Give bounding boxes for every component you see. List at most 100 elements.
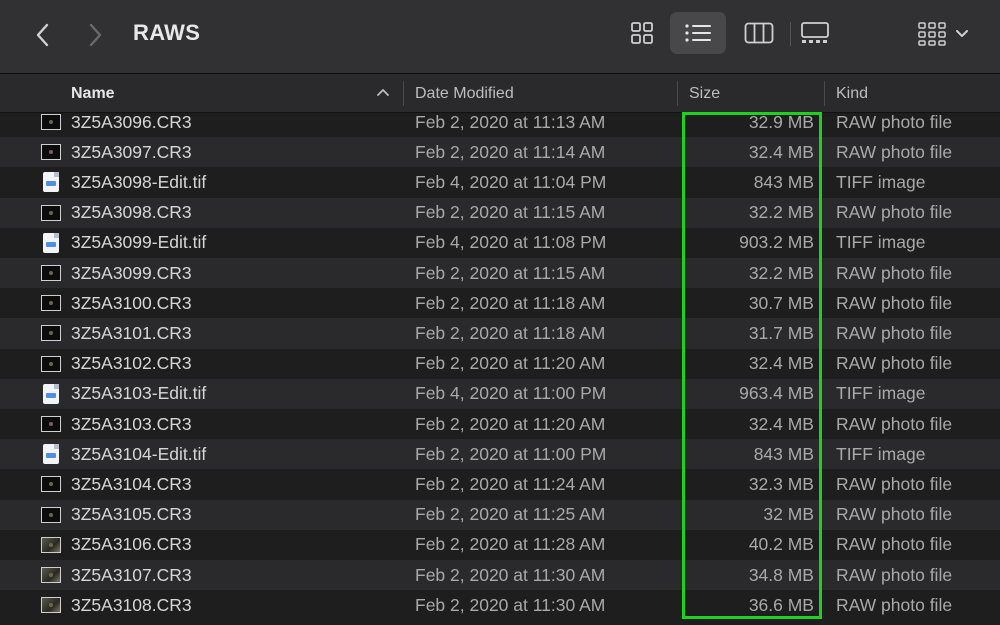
file-size: 30.7 MB [680, 288, 814, 318]
file-name: 3Z5A3108.CR3 [71, 590, 192, 620]
file-date-modified: Feb 2, 2020 at 11:15 AM [415, 198, 605, 228]
file-kind: RAW photo file [836, 288, 952, 318]
file-size: 843 MB [680, 167, 814, 197]
file-row[interactable]: 3Z5A3108.CR3 Feb 2, 2020 at 11:30 AM 36.6 … [0, 590, 1000, 620]
file-name: 3Z5A3104.CR3 [71, 469, 192, 499]
raw-thumbnail-icon [40, 349, 62, 379]
file-name: 3Z5A3102.CR3 [71, 349, 192, 379]
file-size: 36.6 MB [680, 590, 814, 620]
file-kind: RAW photo file [836, 590, 952, 620]
file-name: 3Z5A3103.CR3 [71, 409, 192, 439]
tiff-file-icon [40, 439, 62, 469]
raw-thumbnail-icon [40, 288, 62, 318]
raw-thumbnail-icon [40, 137, 62, 167]
chevron-left-icon [35, 23, 49, 47]
file-kind: TIFF image [836, 167, 925, 197]
tiff-file-icon [40, 228, 62, 258]
list-view-icon [684, 22, 712, 44]
file-kind: RAW photo file [836, 469, 952, 499]
file-row[interactable]: 3Z5A3104-Edit.tif Feb 2, 2020 at 11:00 PM… [0, 439, 1000, 469]
column-header-kind[interactable]: Kind [836, 74, 868, 113]
file-row[interactable]: 3Z5A3104.CR3Feb 2, 2020 at 11:24 AM32.3 … [0, 469, 1000, 499]
file-kind: RAW photo file [836, 137, 952, 167]
file-row[interactable]: 3Z5A3099-Edit.tifFeb 4, 2020 at 11:08 PM… [0, 228, 1000, 258]
file-size: 843 MB [680, 439, 814, 469]
file-name: 3Z5A3098-Edit.tif [71, 167, 206, 197]
column-header-size[interactable]: Size [689, 74, 720, 113]
forward-button[interactable] [81, 19, 111, 51]
raw-thumbnail-icon [40, 500, 62, 530]
raw-thumbnail-icon [40, 469, 62, 499]
raw-thumbnail-icon [40, 198, 62, 228]
file-size: 40.2 MB [680, 530, 814, 560]
file-name: 3Z5A3104-Edit.tif [71, 439, 206, 469]
column-header-name[interactable]: Name [71, 74, 115, 113]
file-kind: RAW photo file [836, 113, 952, 137]
file-name: 3Z5A3097.CR3 [71, 137, 192, 167]
file-row[interactable]: 3Z5A3098-Edit.tif Feb 4, 2020 at 11:04 PM… [0, 167, 1000, 197]
file-date-modified: Feb 4, 2020 at 11:04 PM [415, 167, 606, 197]
gallery-view-button[interactable] [787, 12, 843, 54]
tiff-file-icon [40, 379, 62, 409]
file-size: 903.2 MB [680, 228, 814, 258]
file-size: 34.8 MB [680, 560, 814, 590]
column-view-button[interactable] [731, 12, 787, 54]
file-row[interactable]: 3Z5A3097.CR3 Feb 2, 2020 at 11:14 AM 32.4 … [0, 137, 1000, 167]
list-view-button[interactable] [670, 12, 726, 54]
group-by-button[interactable] [908, 14, 978, 54]
gallery-view-icon [800, 21, 830, 45]
file-date-modified: Feb 2, 2020 at 11:20 AM [415, 409, 605, 439]
file-size: 963.4 MB [680, 379, 814, 409]
file-name: 3Z5A3107.CR3 [71, 560, 192, 590]
file-row[interactable]: 3Z5A3102.CR3 Feb 2, 2020 at 11:20 AM 32.4 … [0, 349, 1000, 379]
file-kind: RAW photo file [836, 349, 952, 379]
file-date-modified: Feb 2, 2020 at 11:00 PM [415, 439, 606, 469]
file-row[interactable]: 3Z5A3105.CR3Feb 2, 2020 at 11:25 AM32 MB… [0, 500, 1000, 530]
icon-view-button[interactable] [614, 12, 670, 54]
file-name: 3Z5A3096.CR3 [71, 113, 192, 137]
file-size: 32.4 MB [680, 349, 814, 379]
file-row[interactable]: 3Z5A3101.CR3Feb 2, 2020 at 11:18 AM31.7 … [0, 318, 1000, 348]
column-divider[interactable] [403, 81, 404, 106]
file-kind: RAW photo file [836, 500, 952, 530]
file-kind: RAW photo file [836, 530, 952, 560]
file-name: 3Z5A3101.CR3 [71, 318, 192, 348]
file-row[interactable]: 3Z5A3098.CR3Feb 2, 2020 at 11:15 AM32.2 … [0, 198, 1000, 228]
file-name: 3Z5A3100.CR3 [71, 288, 192, 318]
column-header-date[interactable]: Date Modified [415, 74, 514, 113]
file-size: 32.3 MB [680, 469, 814, 499]
file-row[interactable]: 3Z5A3100.CR3 Feb 2, 2020 at 11:18 AM 30.7 … [0, 288, 1000, 318]
file-name: 3Z5A3099.CR3 [71, 258, 192, 288]
file-date-modified: Feb 2, 2020 at 11:30 AM [415, 590, 605, 620]
icon-view-icon [630, 21, 654, 45]
column-divider[interactable] [677, 81, 678, 106]
file-date-modified: Feb 2, 2020 at 11:30 AM [415, 560, 605, 590]
file-kind: TIFF image [836, 379, 925, 409]
file-size: 32.4 MB [680, 409, 814, 439]
raw-thumbnail-icon [40, 590, 62, 620]
sort-ascending-icon[interactable] [376, 87, 390, 97]
file-row[interactable]: 3Z5A3107.CR3 Feb 2, 2020 at 11:30 AM 34.8 … [0, 560, 1000, 590]
file-row[interactable]: 3Z5A3106.CR3Feb 2, 2020 at 11:28 AM40.2 … [0, 530, 1000, 560]
chevron-right-icon [89, 23, 103, 47]
file-size: 32.4 MB [680, 137, 814, 167]
file-date-modified: Feb 2, 2020 at 11:18 AM [415, 288, 605, 318]
raw-thumbnail-icon [40, 530, 62, 560]
file-row[interactable]: 3Z5A3103.CR3 Feb 2, 2020 at 11:20 AM 32.4 … [0, 409, 1000, 439]
column-divider[interactable] [824, 81, 825, 106]
raw-thumbnail-icon [40, 409, 62, 439]
raw-thumbnail-icon [40, 318, 62, 348]
file-list: 3Z5A3096.CR3Feb 2, 2020 at 11:13 AM32.9 … [0, 113, 1000, 625]
back-button[interactable] [27, 19, 57, 51]
file-row[interactable]: 3Z5A3103-Edit.tifFeb 4, 2020 at 11:00 PM… [0, 379, 1000, 409]
raw-thumbnail-icon [40, 560, 62, 590]
file-row[interactable]: 3Z5A3099.CR3Feb 2, 2020 at 11:15 AM32.2 … [0, 258, 1000, 288]
file-name: 3Z5A3099-Edit.tif [71, 228, 206, 258]
tiff-file-icon [40, 167, 62, 197]
chevron-down-icon [956, 30, 968, 38]
file-row[interactable]: 3Z5A3096.CR3Feb 2, 2020 at 11:13 AM32.9 … [0, 113, 1000, 137]
file-date-modified: Feb 2, 2020 at 11:20 AM [415, 349, 605, 379]
file-date-modified: Feb 4, 2020 at 11:00 PM [415, 379, 606, 409]
file-date-modified: Feb 2, 2020 at 11:14 AM [415, 137, 605, 167]
file-kind: TIFF image [836, 228, 925, 258]
